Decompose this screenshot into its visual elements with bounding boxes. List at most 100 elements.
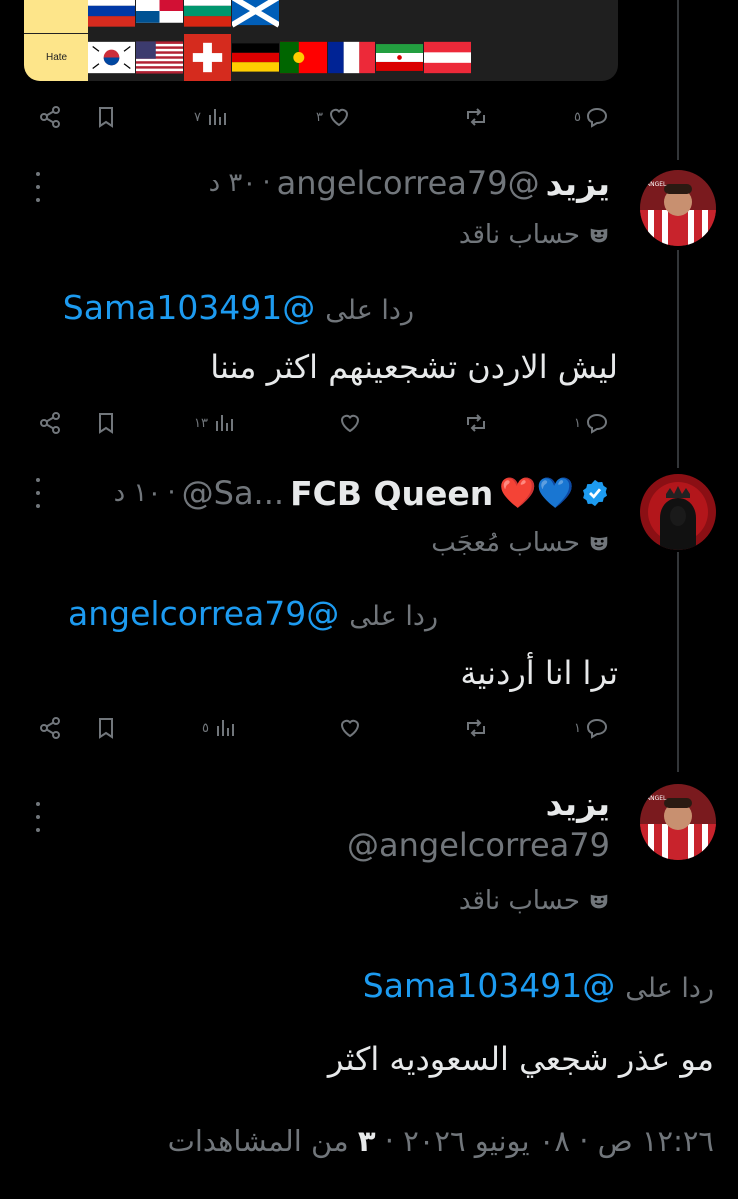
tweet-timestamp[interactable]: ١٢:٢٦ ص · ٠٨ يونيو ٢٠٢٦ xyxy=(403,1124,714,1158)
share-icon xyxy=(40,717,60,739)
repost-button[interactable] xyxy=(464,403,488,443)
replying-to: ردا على @Sama103491 xyxy=(63,288,414,327)
mask-icon xyxy=(590,228,608,243)
views-total: ٣ xyxy=(357,1124,376,1158)
flag-germany xyxy=(232,34,279,81)
mention-link[interactable]: @Sama103491 xyxy=(63,288,316,327)
share-icon xyxy=(40,412,60,434)
reply-count: ١ xyxy=(574,415,581,431)
user-handle[interactable]: @angelcorrea79 xyxy=(277,164,540,202)
like-icon xyxy=(340,414,360,433)
avatar[interactable]: ANGEL xyxy=(640,170,716,246)
share-button[interactable] xyxy=(38,403,62,443)
tweet-action-bar: ٧ ٣ ٥ xyxy=(0,97,738,137)
tier-label: Hate xyxy=(24,34,88,81)
tier-row-labels: Hate xyxy=(24,0,88,81)
svg-text:ANGEL: ANGEL xyxy=(646,181,667,188)
badge-label: حساب ناقد xyxy=(458,220,580,250)
tweet-media-image[interactable]: Hate xyxy=(24,0,618,81)
reply-button[interactable]: ١ xyxy=(574,403,609,443)
badge-label: حساب ناقد xyxy=(458,886,580,916)
avatar[interactable] xyxy=(640,474,716,550)
account-badge: حساب ناقد xyxy=(459,886,610,916)
svg-text:ANGEL: ANGEL xyxy=(646,795,667,802)
display-name[interactable]: يزيد xyxy=(546,784,610,823)
repost-icon xyxy=(467,108,485,126)
badge-label: حساب مُعجَب xyxy=(431,528,580,558)
verified-icon xyxy=(583,479,607,507)
views-icon xyxy=(216,720,234,736)
like-icon xyxy=(340,719,360,738)
more-options-button[interactable] xyxy=(32,172,44,202)
more-options-button[interactable] xyxy=(32,478,44,508)
tweet-timestamp-line: ١٢:٢٦ ص · ٠٨ يونيو ٢٠٢٦ · ٣ من المشاهدات xyxy=(167,1124,714,1158)
flag-iran xyxy=(376,34,423,81)
repost-button[interactable] xyxy=(464,708,488,748)
tweet-text: مو عذر شجعي السعوديه اكثر xyxy=(327,1040,714,1078)
like-icon xyxy=(329,108,348,127)
mask-icon xyxy=(590,536,608,551)
account-badge: حساب مُعجَب xyxy=(431,528,610,558)
share-button[interactable] xyxy=(38,97,62,137)
flag-austria xyxy=(424,34,471,81)
mention-link[interactable]: @angelcorrea79 xyxy=(68,594,339,633)
flag-russia xyxy=(88,0,135,28)
bookmark-button[interactable] xyxy=(94,403,118,443)
tweet-header: 💙❤️ FCB Queen @Sa... · ١٠ د xyxy=(114,470,610,516)
reply-button[interactable]: ٥ xyxy=(574,97,609,137)
flag-switzerland xyxy=(184,34,231,81)
views-label: من المشاهدات xyxy=(167,1124,349,1158)
display-name[interactable]: يزيد xyxy=(546,164,610,203)
views-button[interactable]: ٧ xyxy=(194,97,229,137)
views-count: ٥ xyxy=(202,720,209,736)
tweet-handle-row: @angelcorrea79 xyxy=(347,822,610,868)
reply-button[interactable]: ١ xyxy=(574,708,609,748)
share-button[interactable] xyxy=(38,708,62,748)
flag-south-korea xyxy=(88,34,135,81)
bookmark-icon xyxy=(99,413,113,434)
views-count: ٧ xyxy=(194,109,201,125)
tweet-action-bar: ٥ ١ xyxy=(0,708,738,748)
flag-scotland xyxy=(232,0,279,28)
name-emoji: 💙❤️ xyxy=(499,475,574,511)
bookmark-icon xyxy=(99,107,113,128)
display-name[interactable]: FCB Queen xyxy=(290,474,493,513)
flag-panama xyxy=(136,0,183,28)
reply-prefix: ردا على xyxy=(349,601,438,632)
tweet-text: ليش الاردن تشجعينهم اكثر مننا xyxy=(210,348,618,386)
views-button[interactable]: ٥ xyxy=(202,708,237,748)
views-count: ١٣ xyxy=(194,415,208,431)
repost-button[interactable] xyxy=(464,97,488,137)
flag-portugal xyxy=(280,34,327,81)
reply-prefix: ردا على xyxy=(325,295,414,326)
more-options-button[interactable] xyxy=(32,802,44,832)
views-icon xyxy=(208,109,226,125)
tweet-header: يزيد @angelcorrea79 · ٣٠ د xyxy=(208,163,610,203)
avatar[interactable]: ANGEL xyxy=(640,784,716,860)
user-handle[interactable]: @Sa... xyxy=(182,474,284,512)
like-count: ٣ xyxy=(316,109,323,125)
reply-icon xyxy=(586,107,607,128)
tweet-time[interactable]: ٣٠ د xyxy=(209,168,257,198)
reply-icon xyxy=(586,718,607,739)
mask-icon xyxy=(590,894,608,909)
user-handle[interactable]: @angelcorrea79 xyxy=(347,826,610,864)
flag-usa xyxy=(136,34,183,81)
bookmark-button[interactable] xyxy=(94,708,118,748)
replying-to: ردا على @angelcorrea79 xyxy=(68,594,438,633)
share-icon xyxy=(40,106,60,128)
views-button[interactable]: ١٣ xyxy=(194,403,236,443)
repost-icon xyxy=(467,414,485,432)
tweet-action-bar: ١٣ ١ xyxy=(0,403,738,443)
like-button[interactable]: ٣ xyxy=(316,97,351,137)
flag-france xyxy=(328,34,375,81)
reply-count: ١ xyxy=(574,720,581,736)
bookmark-button[interactable] xyxy=(94,97,118,137)
tweet-header: يزيد xyxy=(546,780,610,826)
like-button[interactable] xyxy=(338,708,362,748)
like-button[interactable] xyxy=(338,403,362,443)
replying-to: ردا على @Sama103491 xyxy=(363,966,714,1005)
tweet-time[interactable]: ١٠ د xyxy=(114,478,162,508)
mention-link[interactable]: @Sama103491 xyxy=(363,966,616,1005)
tweet-text: ترا انا أردنية xyxy=(460,654,618,692)
